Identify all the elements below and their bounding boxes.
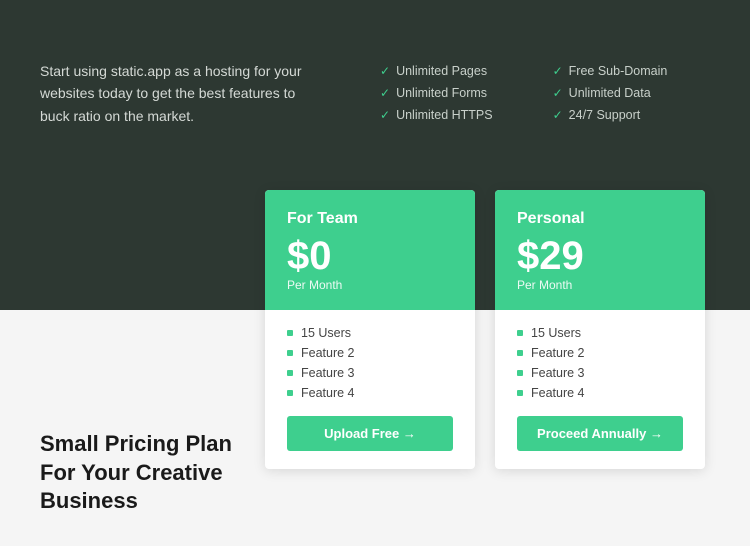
card-team: For Team $0 Per Month 15 Users Feature 2 F… <box>265 190 475 469</box>
feature-text: Free Sub-Domain <box>569 64 668 78</box>
bullet-icon <box>517 330 523 336</box>
proceed-annually-button[interactable]: Proceed Annually → <box>517 416 683 451</box>
feature-label: Feature 3 <box>301 366 355 380</box>
card-team-header: For Team $0 Per Month <box>265 190 475 310</box>
feature-text: Unlimited Forms <box>396 86 487 100</box>
feature-col-1: ✓ Unlimited Pages ✓ Unlimited Forms ✓ Unlimit… <box>380 64 493 122</box>
list-item: Feature 2 <box>517 346 683 360</box>
bottom-tagline: Small Pricing Plan For Your Creative Bus… <box>40 430 232 516</box>
check-icon: ✓ <box>553 64 563 78</box>
feature-item: ✓ Unlimited Data <box>553 86 668 100</box>
feature-label: Feature 3 <box>531 366 585 380</box>
card-personal-body: 15 Users Feature 2 Feature 3 Feature 4 Proc… <box>495 310 705 469</box>
bullet-icon <box>517 370 523 376</box>
feature-text: Unlimited Data <box>569 86 651 100</box>
check-icon: ✓ <box>380 86 390 100</box>
card-personal: Personal $29 Per Month 15 Users Feature 2… <box>495 190 705 469</box>
card-team-title: For Team <box>287 210 453 228</box>
list-item: Feature 4 <box>287 386 453 400</box>
card-personal-price: $29 <box>517 236 683 276</box>
check-icon: ✓ <box>553 108 563 122</box>
check-icon: ✓ <box>380 64 390 78</box>
tagline-line2: For Your Creative <box>40 460 223 485</box>
check-icon: ✓ <box>380 108 390 122</box>
feature-item: ✓ Unlimited HTTPS <box>380 108 493 122</box>
feature-text: 24/7 Support <box>569 108 641 122</box>
hero-description: Start using static.app as a hosting for … <box>40 60 320 127</box>
list-item: Feature 4 <box>517 386 683 400</box>
list-item: Feature 3 <box>287 366 453 380</box>
card-personal-title: Personal <box>517 210 683 228</box>
feature-text: Unlimited Pages <box>396 64 487 78</box>
tagline-line3: Business <box>40 488 138 513</box>
feature-label: Feature 2 <box>531 346 585 360</box>
list-item: 15 Users <box>287 326 453 340</box>
feature-label: Feature 2 <box>301 346 355 360</box>
bullet-icon <box>517 390 523 396</box>
features-columns: ✓ Unlimited Pages ✓ Unlimited Forms ✓ Unlimit… <box>380 60 667 122</box>
card-personal-features: 15 Users Feature 2 Feature 3 Feature 4 <box>517 326 683 400</box>
bullet-icon <box>517 350 523 356</box>
card-team-price: $0 <box>287 236 453 276</box>
upload-free-button[interactable]: Upload Free → <box>287 416 453 451</box>
bullet-icon <box>287 330 293 336</box>
feature-item: ✓ Unlimited Pages <box>380 64 493 78</box>
card-team-features: 15 Users Feature 2 Feature 3 Feature 4 <box>287 326 453 400</box>
bullet-icon <box>287 390 293 396</box>
card-personal-period: Per Month <box>517 278 683 292</box>
check-icon: ✓ <box>553 86 563 100</box>
feature-item: ✓ Unlimited Forms <box>380 86 493 100</box>
bullet-icon <box>287 370 293 376</box>
bullet-icon <box>287 350 293 356</box>
feature-label: Feature 4 <box>301 386 355 400</box>
card-team-body: 15 Users Feature 2 Feature 3 Feature 4 Uplo… <box>265 310 475 469</box>
feature-label: Feature 4 <box>531 386 585 400</box>
tagline-line1: Small Pricing Plan <box>40 431 232 456</box>
feature-col-2: ✓ Free Sub-Domain ✓ Unlimited Data ✓ 24/7 Sup… <box>553 64 668 122</box>
feature-label: 15 Users <box>301 326 351 340</box>
feature-item: ✓ Free Sub-Domain <box>553 64 668 78</box>
list-item: Feature 3 <box>517 366 683 380</box>
feature-item: ✓ 24/7 Support <box>553 108 668 122</box>
feature-text: Unlimited HTTPS <box>396 108 493 122</box>
card-personal-header: Personal $29 Per Month <box>495 190 705 310</box>
card-team-period: Per Month <box>287 278 453 292</box>
list-item: Feature 2 <box>287 346 453 360</box>
cards-container: For Team $0 Per Month 15 Users Feature 2 F… <box>265 190 705 469</box>
list-item: 15 Users <box>517 326 683 340</box>
feature-label: 15 Users <box>531 326 581 340</box>
